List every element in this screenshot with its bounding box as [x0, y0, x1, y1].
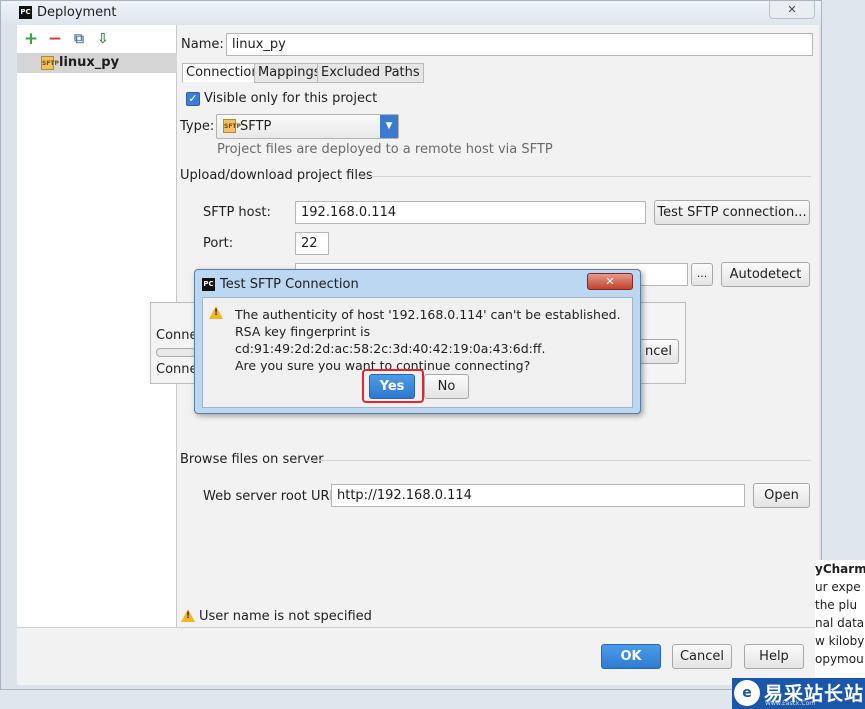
visible-only-label: Visible only for this project — [204, 91, 378, 106]
remove-server-icon[interactable]: − — [47, 31, 63, 48]
ghost-progress-bar — [156, 348, 196, 357]
fragment-line: w kiloby — [815, 634, 865, 648]
pycharm-logo-icon: PC — [19, 6, 32, 19]
ok-button[interactable]: OK — [601, 644, 661, 669]
dialog-message: The authenticity of host '192.168.0.114'… — [235, 306, 632, 374]
message-line-3: Are you sure you want to continue connec… — [235, 358, 531, 373]
port-input[interactable]: 22 — [295, 232, 329, 255]
sftp-server-icon: SFTP — [41, 56, 59, 70]
add-server-icon[interactable]: + — [23, 31, 39, 48]
tree-item-linux-py[interactable]: SFTP linux_py — [17, 53, 177, 73]
test-sftp-button[interactable]: Test SFTP connection... — [654, 200, 810, 225]
warning-icon: ! — [181, 609, 195, 622]
warning-icon: ! — [209, 306, 223, 319]
fragment-line: yCharm — [815, 562, 865, 576]
cancel-button[interactable]: Cancel — [672, 644, 732, 669]
fragment-line: the plu — [815, 598, 858, 612]
test-sftp-dialog: PC Test SFTP Connection ✕ ! The authenti… — [194, 269, 641, 414]
import-server-icon[interactable]: ⇩ — [95, 31, 111, 47]
type-hint: Project files are deployed to a remote h… — [217, 142, 553, 157]
section-divider — [307, 460, 811, 461]
sftp-host-label: SFTP host: — [203, 205, 271, 220]
no-button[interactable]: No — [424, 374, 469, 399]
ghost-line-1: Conne — [156, 328, 198, 343]
background-window-fragment: yCharm ur expe the plu nal data w kiloby… — [815, 560, 865, 680]
fragment-line: ur expe — [815, 580, 861, 594]
tab-mappings[interactable]: Mappings — [254, 63, 325, 83]
warning-text: User name is not specified — [199, 609, 372, 624]
tree-item-label: linux_py — [59, 55, 120, 70]
name-input[interactable]: linux_py — [226, 33, 813, 56]
web-root-input[interactable]: http://192.168.0.114 — [331, 484, 745, 507]
browse-section-title: Browse files on server — [180, 452, 324, 467]
watermark-logo-icon: e — [734, 680, 760, 706]
ghost-cancel-button[interactable]: ncel — [639, 339, 679, 364]
ghost-line-2: Conne — [156, 362, 198, 377]
section-divider — [359, 176, 811, 177]
name-label: Name: — [181, 37, 224, 52]
root-path-browse-button[interactable]: ... — [691, 263, 713, 286]
port-label: Port: — [203, 236, 234, 251]
copy-server-icon[interactable]: ⧉ — [71, 31, 87, 47]
fragment-line: opymou — [815, 652, 864, 666]
dialog-close-button[interactable]: ✕ — [587, 273, 633, 290]
sftp-type-icon: SFTP — [223, 119, 241, 133]
help-button[interactable]: Help — [744, 644, 804, 669]
open-button[interactable]: Open — [753, 483, 810, 508]
dialog-body: ! The authenticity of host '192.168.0.11… — [202, 297, 633, 408]
sftp-host-input[interactable]: 192.168.0.114 — [295, 201, 646, 224]
window-title: Deployment — [37, 5, 117, 20]
tab-excluded-paths[interactable]: Excluded Paths — [317, 63, 424, 83]
autodetect-button[interactable]: Autodetect — [721, 262, 810, 287]
fragment-line: nal data — [815, 616, 865, 630]
yes-button[interactable]: Yes — [369, 374, 415, 399]
watermark: e 易采站长站 Www.Easck.Com — [732, 678, 865, 709]
message-line-1: The authenticity of host '192.168.0.114'… — [235, 307, 621, 322]
dialog-title: Test SFTP Connection — [220, 277, 359, 292]
type-label: Type: — [180, 119, 215, 134]
type-value: SFTP — [240, 119, 272, 134]
web-root-label: Web server root URL: — [203, 489, 342, 504]
watermark-subtext: Www.Easck.Com — [765, 700, 816, 707]
pycharm-logo-icon: PC — [202, 278, 215, 291]
upload-section-title: Upload/download project files — [180, 168, 373, 183]
visible-only-checkbox[interactable]: ✓ — [186, 92, 200, 106]
message-line-2: RSA key fingerprint is cd:91:49:2d:2d:ac… — [235, 324, 546, 356]
window-close-button[interactable]: ✕ — [769, 1, 815, 19]
title-bar: PC Deployment ✕ — [1, 1, 821, 25]
footer-divider — [17, 627, 819, 628]
tab-connection[interactable]: Connection — [182, 63, 264, 83]
chevron-down-icon: ▼ — [380, 115, 398, 138]
type-select[interactable]: SFTP SFTP ▼ — [216, 114, 399, 139]
